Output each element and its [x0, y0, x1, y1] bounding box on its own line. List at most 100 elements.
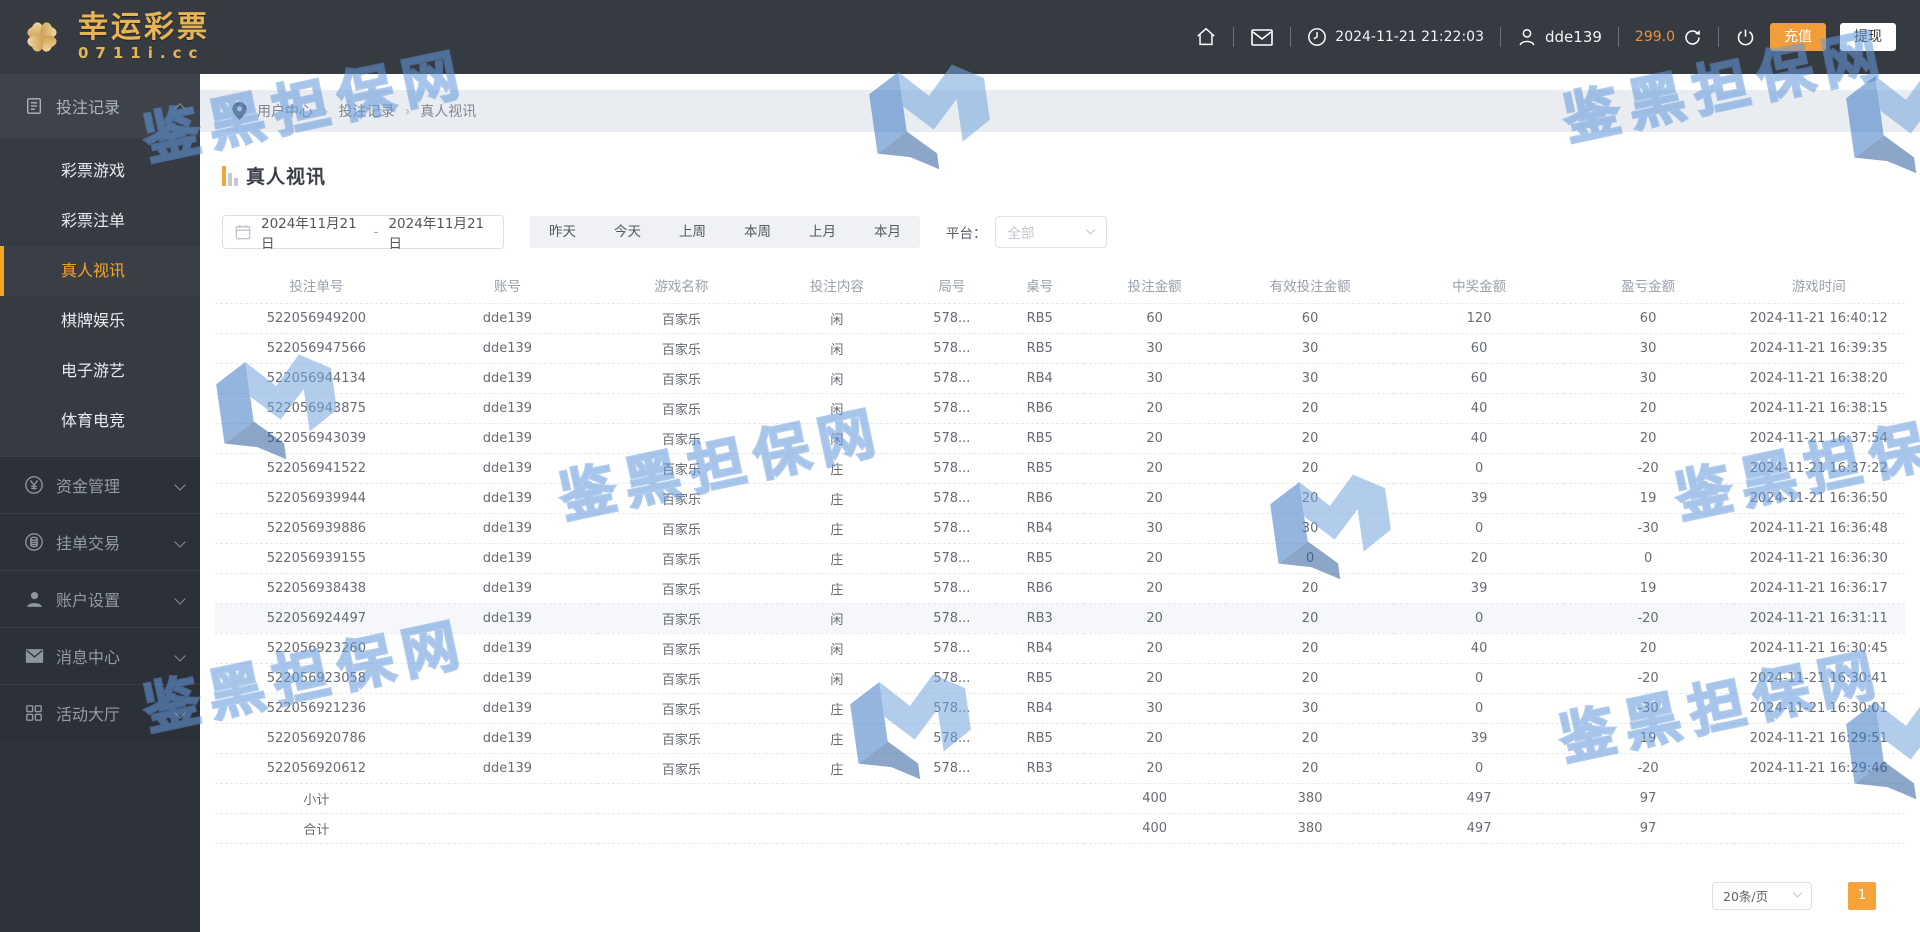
table-cell: 2024-11-21 16:37:22 — [1732, 453, 1905, 484]
table-cell: RB4 — [995, 363, 1084, 394]
table-row: 522056941522 dde139 百家乐庄 578... RB5 20 20 0 -20 2… — [215, 453, 1905, 484]
breadcrumb-separator: › — [323, 104, 329, 120]
breadcrumb-item-1[interactable]: 投注记录 — [339, 104, 395, 120]
table-cell: 30 — [1225, 333, 1395, 364]
table-cell: 20 — [1563, 423, 1733, 454]
table-cell: 闲 — [765, 663, 908, 694]
table-cell: 30 — [1563, 333, 1733, 364]
platform-select[interactable]: 全部 — [994, 216, 1107, 248]
sidebar-section-0[interactable]: 投注记录 — [0, 74, 200, 138]
table-cell: 20 — [1083, 483, 1226, 514]
table-cell — [907, 783, 996, 814]
table-cell: 0 — [1394, 453, 1564, 484]
recharge-button[interactable]: 充值 — [1770, 23, 1826, 51]
column-header: 盈亏金额 — [1563, 267, 1733, 304]
sidebar-section-label: 消息中心 — [56, 648, 121, 667]
sidebar-submenu: 彩票游戏 彩票注单 真人视讯 棋牌娱乐 电子游艺 体育电竞 — [0, 138, 200, 456]
table-cell: 20 — [1225, 453, 1395, 484]
table-cell: 578... — [907, 483, 996, 514]
table-cell: 20 — [1083, 393, 1226, 424]
sidebar-item-棋牌娱乐[interactable]: 棋牌娱乐 — [0, 296, 200, 346]
page-number-button[interactable]: 1 — [1848, 881, 1876, 910]
withdraw-button[interactable]: 提现 — [1840, 23, 1896, 51]
sidebar-section-4[interactable]: 消息中心 — [0, 627, 200, 684]
table-cell: 0 — [1394, 513, 1564, 544]
quick-filter-昨天[interactable]: 昨天 — [530, 216, 595, 248]
quick-filter-上月[interactable]: 上月 — [790, 216, 855, 248]
table-row: 522056920786 dde139 百家乐庄 578... RB5 20 20 39 19 2… — [215, 723, 1905, 754]
quick-filter-本周[interactable]: 本周 — [725, 216, 790, 248]
chevron-down-icon — [1792, 887, 1803, 898]
table-cell: 闲 — [765, 393, 908, 424]
quick-filter-本月[interactable]: 本月 — [855, 216, 920, 248]
breadcrumb-item-0[interactable]: 用户中心 — [257, 104, 313, 120]
sidebar-nav: 投注记录 彩票游戏 彩票注单 真人视讯 棋牌娱乐 电子游艺 体育电竞 资金管理 挂单交易 账户设置… — [0, 74, 200, 932]
table-cell: RB5 — [995, 723, 1084, 754]
table-cell: 庄 — [765, 513, 908, 544]
table-cell: 19 — [1563, 723, 1733, 754]
sidebar-section-5[interactable]: 活动大厅 — [0, 684, 200, 741]
column-header: 投注单号 — [215, 267, 418, 304]
table-cell: 20 — [1083, 753, 1226, 784]
column-header: 游戏时间 — [1732, 267, 1905, 304]
table-cell: 2024-11-21 16:36:30 — [1732, 543, 1905, 574]
chevron-down-icon — [174, 593, 186, 605]
table-cell: 2024-11-21 16:30:01 — [1732, 693, 1905, 724]
table-header-row: 投注单号 账号 游戏名称 投注内容 局号 桌号 投注金额 有效投注金额 中奖金额 盈亏金额 游戏时间 — [215, 267, 1905, 304]
refresh-balance-icon[interactable] — [1683, 28, 1702, 47]
page-size-select[interactable]: 20条/页 — [1712, 881, 1812, 910]
quick-date-filters: 昨天 今天 上周 本周 上月 本月 — [530, 216, 920, 248]
sidebar-item-彩票游戏[interactable]: 彩票游戏 — [0, 146, 200, 196]
breadcrumb-item-2[interactable]: 真人视讯 — [420, 104, 476, 120]
sidebar-section-1[interactable]: 资金管理 — [0, 456, 200, 513]
column-header: 投注内容 — [765, 267, 908, 304]
sidebar-section-3[interactable]: 账户设置 — [0, 570, 200, 627]
table-cell: 60 — [1394, 363, 1564, 394]
date-range-picker[interactable]: 2024年11月21日 - 2024年11月21日 — [222, 215, 504, 252]
table-cell: 578... — [907, 363, 996, 394]
table-cell: 578... — [907, 303, 996, 334]
brand-title: 幸运彩票 — [78, 10, 210, 46]
sidebar-section-label: 账户设置 — [56, 591, 121, 610]
username: dde139 — [1545, 28, 1602, 46]
table-cell: dde139 — [417, 543, 597, 574]
sidebar-item-体育电竞[interactable]: 体育电竞 — [0, 396, 200, 446]
sidebar-section-2[interactable]: 挂单交易 — [0, 513, 200, 570]
table-cell: 闲 — [765, 303, 908, 334]
quick-filter-上周[interactable]: 上周 — [660, 216, 725, 248]
home-icon[interactable] — [1195, 26, 1217, 48]
table-cell: 20 — [1083, 453, 1226, 484]
column-header: 游戏名称 — [596, 267, 766, 304]
table-cell: 30 — [1083, 363, 1226, 394]
date-range-start: 2024年11月21日 — [261, 216, 357, 252]
table-cell: 2024-11-21 16:36:17 — [1732, 573, 1905, 604]
column-header: 中奖金额 — [1394, 267, 1564, 304]
table-cell: 2024-11-21 16:39:35 — [1732, 333, 1905, 364]
table-cell: 522056920786 — [215, 723, 418, 754]
table-cell: 2024-11-21 16:29:51 — [1732, 723, 1905, 754]
user-icon — [1517, 27, 1537, 47]
table-cell: 522056923260 — [215, 633, 418, 664]
quick-filter-今天[interactable]: 今天 — [595, 216, 660, 248]
table-cell: RB3 — [995, 753, 1084, 784]
sidebar-item-彩票注单[interactable]: 彩票注单 — [0, 196, 200, 246]
table-cell — [1732, 813, 1905, 844]
table-cell: 百家乐 — [596, 753, 766, 784]
table-cell: dde139 — [417, 603, 597, 634]
logout-power-icon[interactable] — [1735, 27, 1756, 48]
table-cell — [596, 813, 766, 844]
brand-logo[interactable]: 幸运彩票 0711i.cc — [0, 11, 210, 63]
table-cell — [596, 783, 766, 814]
sidebar-item-电子游艺[interactable]: 电子游艺 — [0, 346, 200, 396]
divider — [1617, 27, 1619, 47]
column-header: 桌号 — [995, 267, 1084, 304]
sidebar-item-真人视讯[interactable]: 真人视讯 — [0, 246, 200, 296]
table-cell: 百家乐 — [596, 333, 766, 364]
table-cell: 578... — [907, 573, 996, 604]
table-cell: 522056949200 — [215, 303, 418, 334]
table-cell: 19 — [1563, 483, 1733, 514]
table-cell — [1732, 783, 1905, 814]
mail-icon[interactable] — [1250, 27, 1274, 47]
table-row: 522056947566 dde139 百家乐闲 578... RB5 30 30 60 30 2… — [215, 333, 1905, 364]
table-cell: 2024-11-21 16:31:11 — [1732, 603, 1905, 634]
